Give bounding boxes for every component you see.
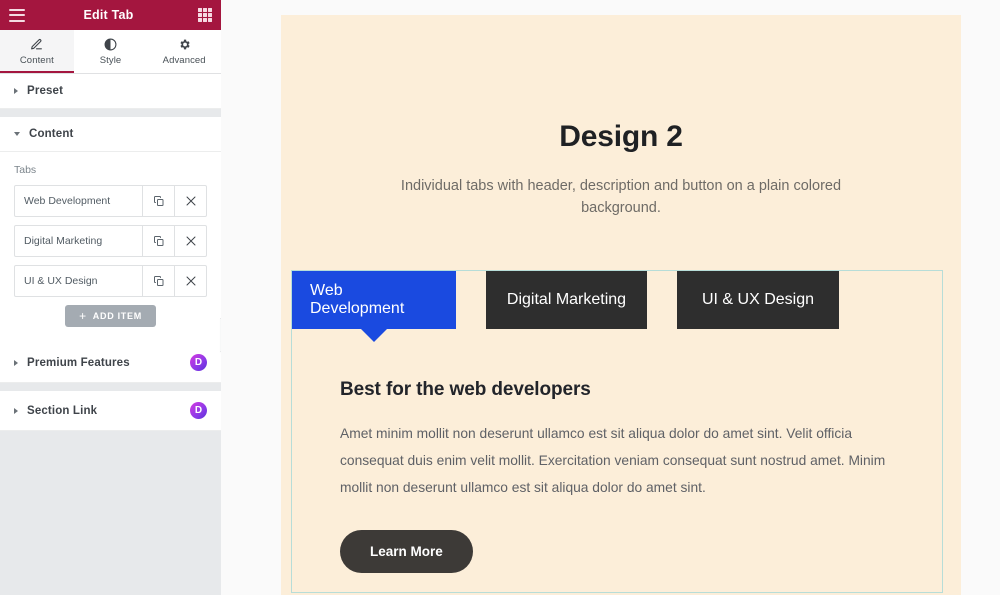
page-title: Design 2 — [559, 120, 683, 153]
copy-icon[interactable] — [142, 226, 174, 256]
grid-apps-icon[interactable] — [198, 8, 212, 22]
widget-tab-web-development[interactable]: Web Development — [292, 271, 456, 329]
list-item[interactable]: UI & UX Design — [14, 265, 207, 297]
list-item[interactable]: Digital Marketing — [14, 225, 207, 257]
close-x-icon[interactable] — [174, 266, 206, 296]
section-divider — [0, 383, 221, 391]
section-section-link-label: Section Link — [27, 404, 98, 417]
add-item-label: ADD ITEM — [92, 311, 142, 321]
tab-style[interactable]: Style — [73, 30, 148, 73]
add-item-button[interactable]: + ADD ITEM — [65, 305, 156, 327]
editor-sidebar-panel: Edit Tab Content Style Advanced Preset C… — [0, 0, 221, 595]
widget-tab-ui-ux-design[interactable]: UI & UX Design — [677, 271, 839, 329]
tab-panel-body: Amet minim mollit non deserunt ullamco e… — [340, 426, 886, 495]
tabs-strip: Web Development Digital Marketing UI & U… — [292, 271, 942, 329]
tab-item-name[interactable]: UI & UX Design — [15, 266, 142, 296]
section-premium-features[interactable]: Premium Features D — [0, 343, 221, 383]
section-content-label: Content — [29, 128, 74, 140]
tab-panel-title: Best for the web developers — [340, 379, 591, 400]
widget-tab-digital-marketing[interactable]: Digital Marketing — [486, 271, 647, 329]
copy-icon[interactable] — [142, 186, 174, 216]
content-section-body: Tabs Web Development Digital Marketing U… — [0, 152, 221, 343]
learn-more-button[interactable]: Learn More — [340, 529, 473, 573]
panel-header: Edit Tab — [0, 0, 221, 30]
widget-tab-label: Web Development — [310, 282, 405, 317]
close-x-icon[interactable] — [174, 226, 206, 256]
tab-content-label: Content — [19, 55, 54, 66]
section-preset-label: Preset — [27, 85, 64, 97]
tab-panel-content: Best for the web developers Amet minim m… — [292, 329, 942, 592]
tab-item-name[interactable]: Digital Marketing — [15, 226, 142, 256]
widget-tab-label: UI & UX Design — [701, 291, 815, 308]
list-item[interactable]: Web Development — [14, 185, 207, 217]
page-subtitle: Individual tabs with header, description… — [400, 178, 842, 217]
panel-tab-bar: Content Style Advanced — [0, 30, 221, 74]
tab-item-name[interactable]: Web Development — [15, 186, 142, 216]
pro-badge-icon: D — [190, 402, 207, 419]
tab-style-label: Style — [99, 55, 122, 66]
close-x-icon[interactable] — [174, 186, 206, 216]
tab-advanced[interactable]: Advanced — [147, 30, 221, 73]
pencil-icon — [30, 37, 43, 52]
add-item-row: + ADD ITEM — [14, 305, 207, 327]
editor-canvas: Design 2 Individual tabs with header, de… — [221, 0, 1000, 595]
panel-collapse-handle[interactable]: ‹ — [220, 318, 221, 352]
section-content[interactable]: Content — [0, 117, 221, 152]
section-section-link[interactable]: Section Link D — [0, 391, 221, 431]
half-circle-contrast-icon — [104, 37, 117, 52]
tab-advanced-label: Advanced — [162, 55, 206, 66]
chevron-right-icon — [14, 407, 18, 414]
chevron-right-icon — [14, 359, 18, 366]
section-premium-features-label: Premium Features — [27, 356, 130, 369]
chevron-down-icon — [14, 132, 20, 136]
copy-icon[interactable] — [142, 266, 174, 296]
gear-icon — [178, 37, 191, 52]
tab-content[interactable]: Content — [0, 30, 74, 73]
chevron-right-icon — [14, 88, 18, 94]
tabs-widget[interactable]: Web Development Digital Marketing UI & U… — [291, 270, 943, 593]
pro-badge-icon: D — [190, 354, 207, 371]
section-preset[interactable]: Preset — [0, 74, 221, 109]
section-divider — [0, 109, 221, 117]
widget-tab-label: Digital Marketing — [506, 291, 627, 308]
page-preview: Design 2 Individual tabs with header, de… — [281, 15, 961, 595]
plus-icon: + — [79, 309, 87, 323]
hero-section: Design 2 Individual tabs with header, de… — [281, 15, 961, 220]
editor-root: Edit Tab Content Style Advanced Preset C… — [0, 0, 1000, 595]
tabs-field-label: Tabs — [14, 164, 37, 176]
panel-title: Edit Tab — [83, 8, 134, 22]
